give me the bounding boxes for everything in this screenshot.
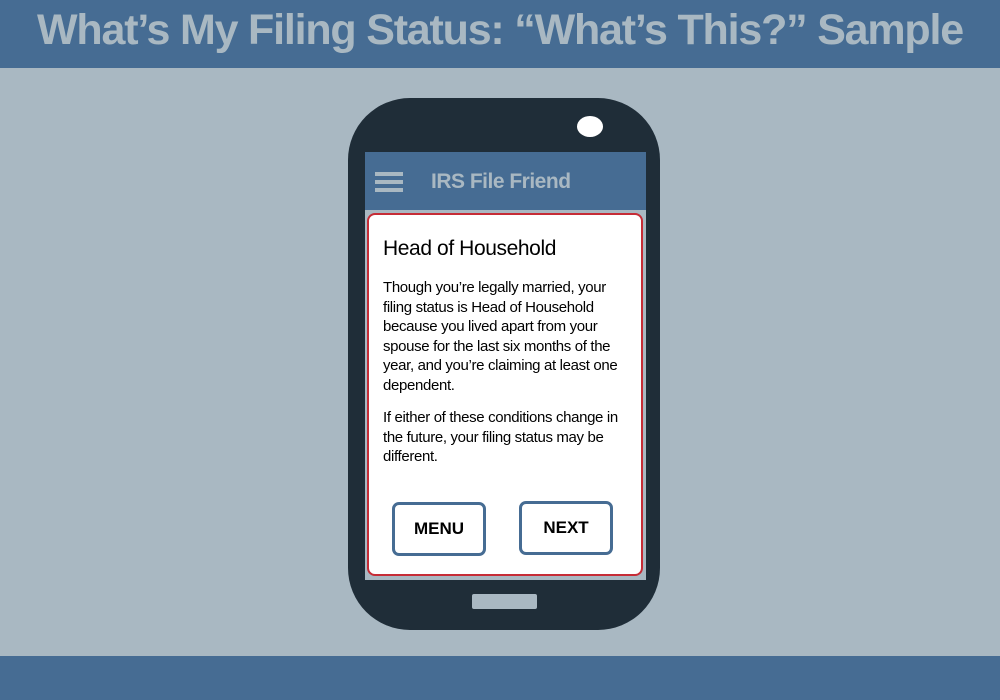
footer-band: [0, 656, 1000, 700]
home-button[interactable]: [472, 594, 537, 609]
menu-button[interactable]: MENU: [392, 502, 486, 556]
hamburger-menu-icon[interactable]: [375, 170, 403, 194]
phone-screen: IRS File Friend Head of Household Though…: [365, 152, 646, 580]
slide-title: What’s My Filing Status: “What’s This?” …: [37, 5, 964, 54]
app-bar: IRS File Friend: [365, 152, 646, 210]
dialog-body: Though you’re legally married, your fili…: [383, 278, 637, 467]
title-banner: What’s My Filing Status: “What’s This?” …: [0, 0, 1000, 68]
next-button[interactable]: NEXT: [519, 501, 613, 555]
app-title: IRS File Friend: [431, 170, 571, 193]
filing-status-dialog: Head of Household Though you’re legally …: [367, 213, 643, 576]
dialog-paragraph: If either of these conditions change in …: [383, 409, 618, 465]
camera-icon: [577, 116, 603, 137]
dialog-paragraph: Though you’re legally married, your fili…: [383, 279, 618, 394]
dialog-heading: Head of Household: [383, 237, 556, 260]
phone-mockup: IRS File Friend Head of Household Though…: [348, 98, 660, 630]
